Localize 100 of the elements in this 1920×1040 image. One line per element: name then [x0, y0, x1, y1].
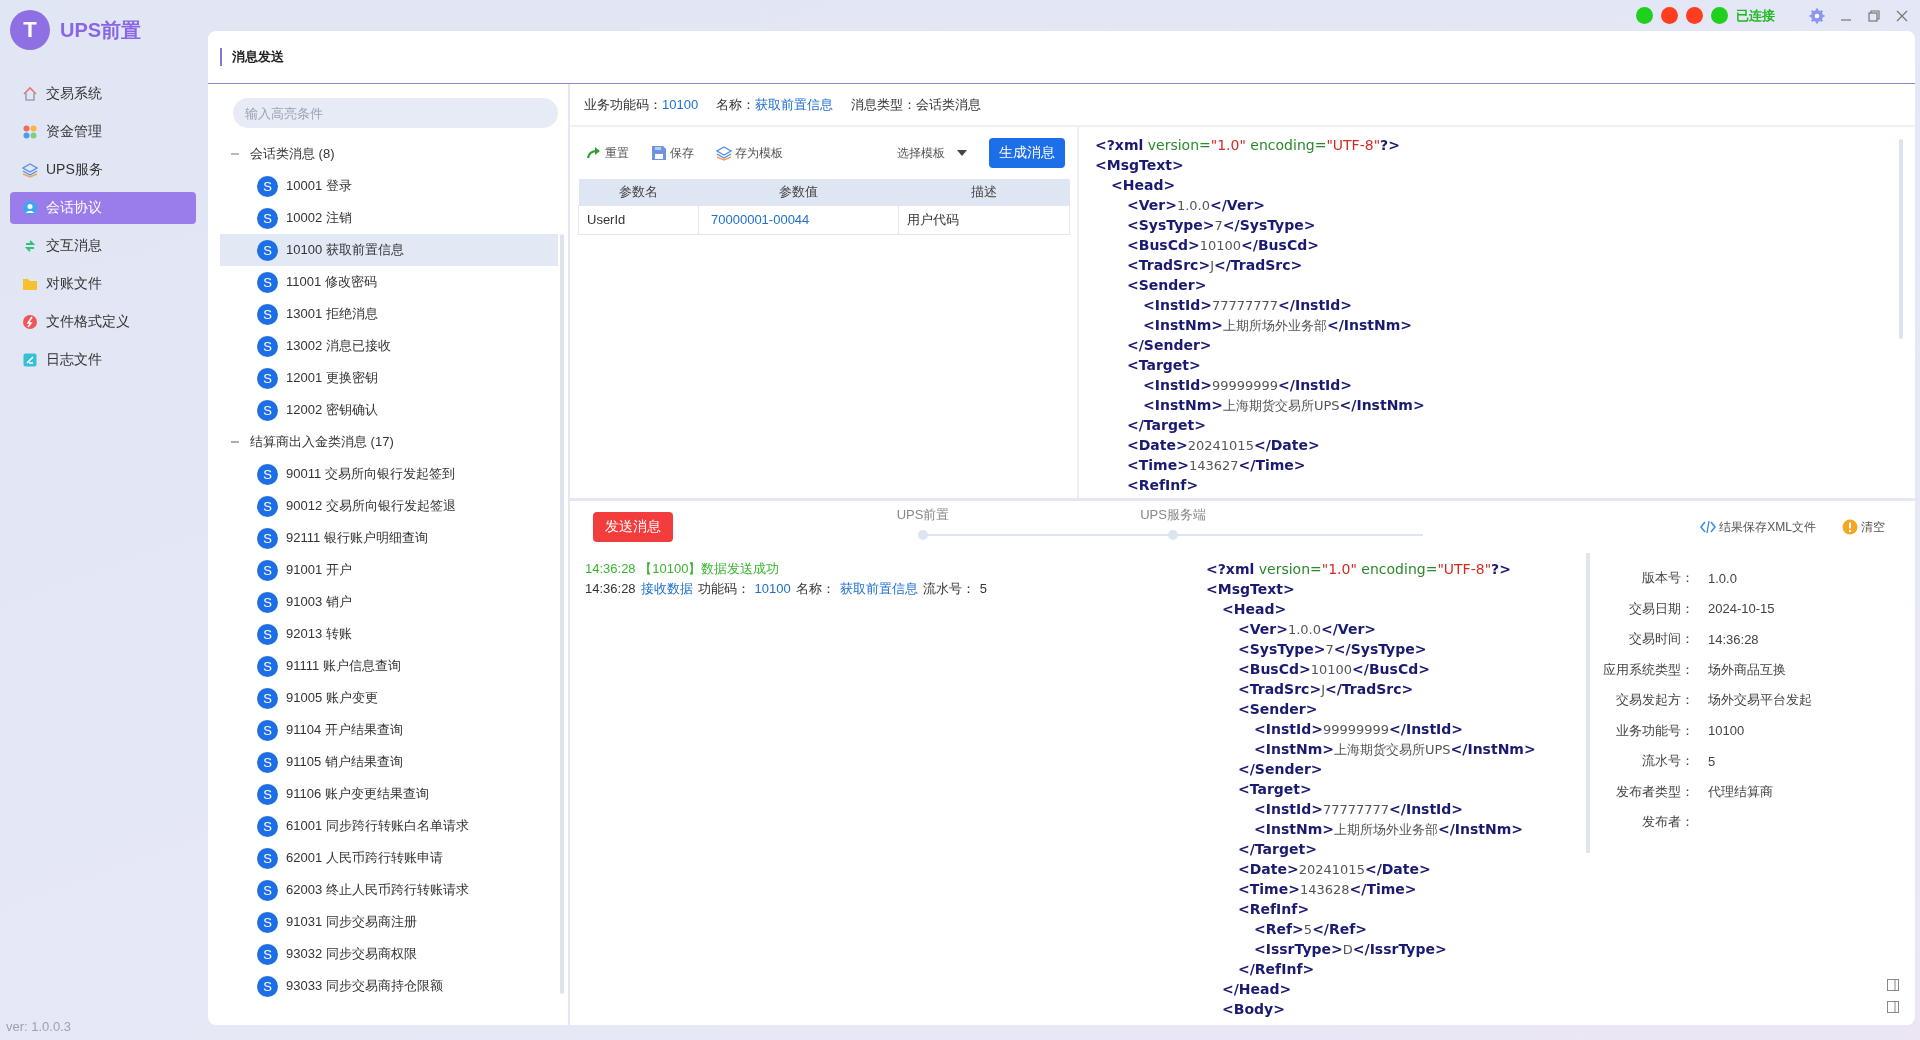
connection-status: 已连接	[1736, 6, 1775, 25]
detail-value: 代理结算商	[1708, 782, 1773, 801]
detail-value: 1.0.0	[1708, 570, 1737, 586]
service-icon: S	[257, 975, 278, 997]
nav-item[interactable]: UPS服务	[10, 154, 196, 186]
tree-item[interactable]: S 62003 终止人民币跨行转账请求	[220, 874, 558, 906]
tree-item[interactable]: S 90012 交易所向银行发起签退	[220, 490, 558, 522]
code-icon	[1700, 519, 1717, 535]
code-line: <Ref>5</Ref>	[1253, 920, 1369, 939]
detail-label: 交易发起方：	[1615, 691, 1694, 710]
service-icon: S	[257, 751, 278, 773]
panel-icon	[1887, 979, 1899, 991]
tree-item[interactable]: S 91003 销户	[220, 586, 558, 618]
code-line: <Ver>1.0.0</Ver>	[1237, 620, 1378, 639]
close-icon[interactable]	[1895, 8, 1909, 23]
detail-value: 2024-10-15	[1708, 601, 1775, 617]
code-line: <Target>	[1237, 780, 1313, 799]
scrollbar[interactable]	[560, 234, 564, 994]
code-line: <InstNm>上海期货交易所UPS</InstNm>	[1253, 740, 1537, 759]
code-line: </RefInf>	[1237, 960, 1316, 979]
code-line: </Sender>	[1126, 336, 1213, 355]
tree-item[interactable]: S 10100 获取前置信息	[220, 234, 558, 266]
scrollbar[interactable]	[1899, 139, 1903, 339]
tree-item[interactable]: S 90011 交易所向银行发起签到	[220, 458, 558, 490]
service-icon: S	[257, 879, 278, 901]
code-line: <Ver>1.0.0</Ver>	[1126, 196, 1267, 215]
search-field[interactable]: 输入高亮条件	[233, 98, 558, 128]
tree-item[interactable]: S 91106 账户变更结果查询	[220, 778, 558, 810]
code-line: <?xml version="1.0" encoding="UTF-8"?>	[1206, 560, 1512, 579]
tree-item[interactable]: S 12001 更换密钥	[220, 362, 558, 394]
action-link[interactable]: 清空	[1842, 518, 1885, 536]
code-line: <Sender>	[1237, 700, 1319, 719]
tree-item[interactable]: S 91105 销户结果查询	[220, 746, 558, 778]
code-line: <Body>	[1221, 1000, 1286, 1019]
code-line: <TradSrc>J</TradSrc>	[1126, 256, 1304, 275]
service-icon: S	[257, 847, 278, 869]
table-cell[interactable]: 70000001-00044	[698, 205, 899, 234]
code-line: <Sender>	[1126, 276, 1208, 295]
nav-item[interactable]: 对账文件	[10, 268, 196, 300]
tree-item[interactable]: S 11001 修改密码	[220, 266, 558, 298]
tree-item[interactable]: S 92013 转账	[220, 618, 558, 650]
log-line: 14:36:28 【10100】数据发送成功	[585, 560, 781, 578]
settings-icon[interactable]	[1809, 7, 1825, 24]
code-line: <InstId>77777777</InstId>	[1253, 800, 1465, 819]
tree-item[interactable]: S 62001 人民币跨行转账申请	[220, 842, 558, 874]
service-icon: S	[257, 239, 278, 261]
code-line: <Head>	[1221, 600, 1288, 619]
field-value: 会话类消息	[916, 95, 982, 114]
code-line: <BusCd>10100</BusCd>	[1237, 660, 1431, 679]
toolbar-button[interactable]: 保存	[647, 144, 698, 162]
action-link[interactable]: 结果保存XML文件	[1700, 518, 1816, 536]
detail-label: 交易时间：	[1628, 630, 1694, 649]
template-select[interactable]: 选择模板	[897, 144, 967, 162]
tree-item[interactable]: S 13001 拒绝消息	[220, 298, 558, 330]
tree-item[interactable]: S 13002 消息已接收	[220, 330, 558, 362]
tree-group[interactable]: 结算商出入金类消息 (17)	[220, 426, 556, 458]
service-icon: S	[257, 719, 278, 741]
send-button[interactable]: 发送消息	[593, 512, 673, 542]
layers-icon	[22, 162, 38, 178]
home-icon	[22, 86, 38, 102]
step-label: UPS服务端	[1140, 505, 1206, 524]
service-icon: S	[257, 911, 278, 933]
tree-item[interactable]: S 91104 开户结果查询	[220, 714, 558, 746]
tree-item[interactable]: S 93032 同步交易商权限	[220, 938, 558, 970]
code-line: <InstNm>上期所场外业务部</InstNm>	[1142, 316, 1414, 335]
service-icon: S	[257, 591, 278, 613]
code-line: <Time>143627</Time>	[1126, 456, 1307, 475]
tree-item[interactable]: S 93033 同步交易商持仓限额	[220, 970, 558, 1002]
tree-item[interactable]: S 10001 登录	[220, 170, 558, 202]
tree-item[interactable]: S 10002 注销	[220, 202, 558, 234]
code-line: <MsgText>	[1206, 580, 1296, 599]
nav-item[interactable]: 交互消息	[10, 230, 196, 262]
toolbar-button[interactable]: 存为模板	[712, 144, 787, 162]
code-line: <?xml version="1.0" encoding="UTF-8"?>	[1095, 136, 1401, 155]
toolbar-button[interactable]: 重置	[582, 144, 633, 162]
nav-item[interactable]: 日志文件	[10, 344, 196, 376]
tree-item[interactable]: S 12002 密钥确认	[220, 394, 558, 426]
restore-icon[interactable]	[1867, 8, 1881, 23]
nav-item[interactable]: 文件格式定义	[10, 306, 196, 338]
tree-item[interactable]: S 91001 开户	[220, 554, 558, 586]
field-value: 10100	[662, 97, 699, 112]
tree-group[interactable]: 会话类消息 (8)	[220, 138, 556, 170]
detail-label: 发布者：	[1641, 813, 1694, 832]
save-icon	[651, 145, 667, 161]
tree-item[interactable]: S 91111 账户信息查询	[220, 650, 558, 682]
version-label: ver: 1.0.0.3	[6, 1019, 72, 1034]
code-line: <InstId>77777777</InstId>	[1142, 296, 1354, 315]
tree-item[interactable]: S 91031 同步交易商注册	[220, 906, 558, 938]
service-icon: S	[257, 943, 278, 965]
generate-button[interactable]: 生成消息	[989, 138, 1065, 168]
nav-item[interactable]: 交易系统	[10, 78, 196, 110]
code-line: <Head>	[1110, 176, 1177, 195]
code-line: <SysType>7</SysType>	[1126, 216, 1317, 235]
tree-item[interactable]: S 91005 账户变更	[220, 682, 558, 714]
tree-item[interactable]: S 92111 银行账户明细查询	[220, 522, 558, 554]
note-icon	[22, 352, 38, 368]
nav-item[interactable]: 资金管理	[10, 116, 196, 148]
service-icon: S	[257, 527, 278, 549]
tree-item[interactable]: S 61001 同步跨行转账白名单请求	[220, 810, 558, 842]
app-title: UPS前置	[60, 17, 142, 43]
